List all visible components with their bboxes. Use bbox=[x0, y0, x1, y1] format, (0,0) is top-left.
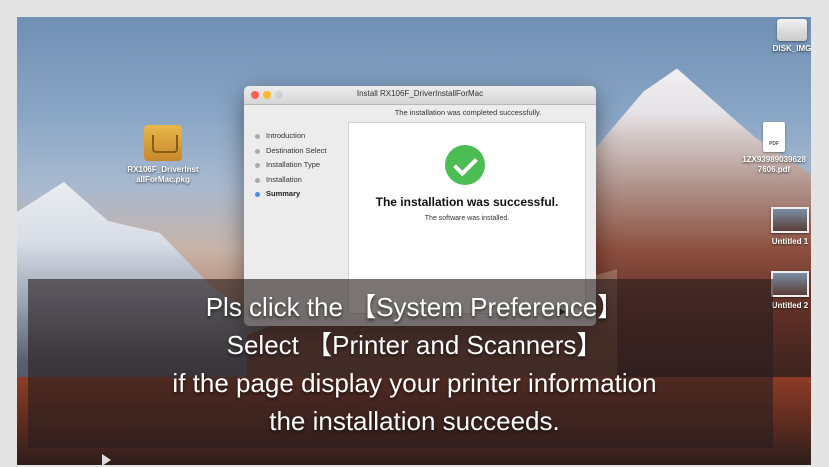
disk-icon bbox=[777, 19, 807, 41]
untitled-1-icon[interactable]: Untitled 1 bbox=[765, 207, 811, 247]
pdf-file-label: 1ZX93989039628 7606.pdf bbox=[742, 155, 806, 174]
installer-subheader: The installation was completed successfu… bbox=[394, 108, 542, 117]
window-title: Install RX106F_DriverInstallForMac bbox=[356, 89, 484, 98]
installer-steps-list: Introduction Destination Select Installa… bbox=[252, 129, 347, 202]
caption-line-3: if the page display your printer informa… bbox=[172, 368, 657, 398]
untitled-1-label: Untitled 1 bbox=[771, 237, 809, 246]
success-subtitle: The software was installed. bbox=[424, 215, 510, 222]
success-title: The installation was successful. bbox=[375, 195, 559, 209]
screenshot-thumbnail-icon bbox=[771, 207, 809, 233]
success-check-icon bbox=[445, 145, 485, 185]
pkg-file-icon[interactable]: RX106F_DriverInst allForMac.pkg bbox=[125, 125, 201, 185]
step-summary: Summary bbox=[252, 187, 347, 202]
caption-line-2: Select 【Printer and Scanners】 bbox=[226, 330, 603, 360]
pdf-icon: PDF bbox=[763, 122, 785, 152]
window-titlebar[interactable]: Install RX106F_DriverInstallForMac bbox=[244, 86, 596, 105]
package-icon bbox=[144, 125, 182, 161]
video-controls[interactable] bbox=[40, 452, 200, 467]
step-destination-select: Destination Select bbox=[252, 144, 347, 159]
disk-image-icon[interactable]: DISK_IMG bbox=[769, 19, 811, 54]
pkg-file-label: RX106F_DriverInst allForMac.pkg bbox=[127, 165, 199, 184]
step-installation: Installation bbox=[252, 173, 347, 188]
pdf-badge: PDF bbox=[769, 141, 779, 147]
step-introduction: Introduction bbox=[252, 129, 347, 144]
caption-line-4: the installation succeeds. bbox=[269, 406, 560, 436]
step-installation-type: Installation Type bbox=[252, 158, 347, 173]
pdf-file-icon[interactable]: PDF 1ZX93989039628 7606.pdf bbox=[736, 122, 811, 175]
disk-image-label: DISK_IMG bbox=[772, 44, 811, 53]
video-frame: DISK_IMG RX106F_DriverInst allForMac.pkg… bbox=[0, 0, 829, 467]
caption-line-1: Pls click the 【System Preference】 bbox=[205, 292, 624, 322]
play-icon[interactable] bbox=[102, 454, 111, 466]
